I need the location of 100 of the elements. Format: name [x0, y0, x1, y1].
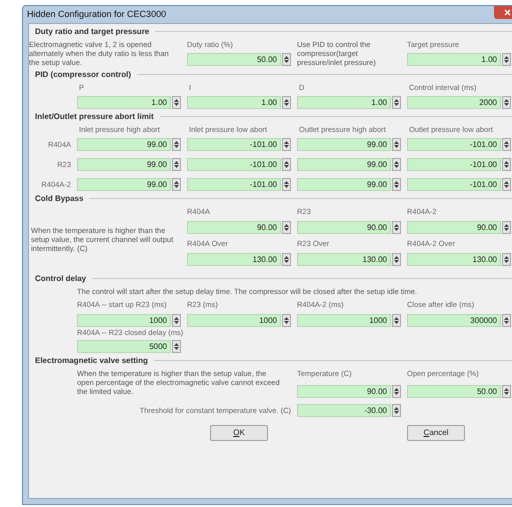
number-field[interactable]: 300000 [407, 314, 501, 327]
down-arrow-icon [394, 392, 399, 395]
up-arrow-icon [504, 317, 509, 320]
spin-button[interactable] [502, 385, 511, 398]
spin-button[interactable] [282, 253, 291, 266]
spin-button[interactable] [392, 404, 401, 417]
number-field[interactable]: 50.00 [407, 385, 501, 398]
spin-button[interactable] [502, 138, 511, 151]
down-arrow-icon [504, 60, 509, 63]
down-arrow-icon [504, 260, 509, 263]
spin-button[interactable] [392, 178, 401, 191]
spin-button[interactable] [172, 138, 181, 151]
up-arrow-icon [394, 224, 399, 227]
up-arrow-icon [394, 181, 399, 184]
number-field[interactable]: 2000 [407, 96, 501, 109]
section-title: PID (compressor control) [35, 69, 132, 80]
spin-button[interactable] [502, 253, 511, 266]
up-arrow-icon [284, 224, 289, 227]
section-title: Cold Bypass [35, 193, 84, 204]
spin-button[interactable] [392, 253, 401, 266]
down-arrow-icon [394, 228, 399, 231]
section-title: Duty ratio and target pressure [35, 26, 150, 37]
number-field[interactable]: 1.00 [407, 53, 501, 66]
spin-button[interactable] [392, 138, 401, 151]
spin-button[interactable] [502, 314, 511, 327]
down-arrow-icon [504, 185, 509, 188]
number-field[interactable]: 1000 [77, 314, 171, 327]
number-field[interactable]: 99.00 [77, 138, 171, 151]
number-field[interactable]: -101.00 [407, 138, 501, 151]
down-arrow-icon [504, 103, 509, 106]
spin-button[interactable] [502, 96, 511, 109]
number-field[interactable]: 130.00 [407, 253, 501, 266]
number-field[interactable]: 1.00 [187, 96, 281, 109]
spin-button[interactable] [392, 385, 401, 398]
up-arrow-icon [284, 141, 289, 144]
up-arrow-icon [394, 141, 399, 144]
number-field[interactable]: 90.00 [187, 221, 281, 234]
down-arrow-icon [394, 185, 399, 188]
number-field[interactable]: 99.00 [77, 158, 171, 171]
spin-button[interactable] [172, 96, 181, 109]
number-field[interactable]: 99.00 [297, 138, 391, 151]
number-field[interactable]: 90.00 [297, 385, 391, 398]
number-field[interactable]: -101.00 [187, 158, 281, 171]
number-field[interactable]: 5000 [77, 340, 171, 353]
spin-button[interactable] [172, 314, 181, 327]
up-arrow-icon [504, 256, 509, 259]
number-field[interactable]: 1.00 [77, 96, 171, 109]
up-arrow-icon [174, 343, 179, 346]
up-arrow-icon [284, 161, 289, 164]
down-arrow-icon [394, 145, 399, 148]
down-arrow-icon [284, 145, 289, 148]
spin-button[interactable] [172, 178, 181, 191]
spin-button[interactable] [172, 340, 181, 353]
spin-button[interactable] [282, 158, 291, 171]
up-arrow-icon [174, 317, 179, 320]
number-field[interactable]: 99.00 [297, 158, 391, 171]
section-title: Electromagnetic valve setting [35, 355, 148, 366]
spin-button[interactable] [282, 314, 291, 327]
number-field[interactable]: 50.00 [187, 53, 281, 66]
spin-button[interactable] [282, 53, 291, 66]
spin-button[interactable] [392, 96, 401, 109]
down-arrow-icon [284, 260, 289, 263]
spin-button[interactable] [502, 178, 511, 191]
down-arrow-icon [394, 411, 399, 414]
number-field[interactable]: 130.00 [187, 253, 281, 266]
number-field[interactable]: 90.00 [297, 221, 391, 234]
spin-button[interactable] [282, 96, 291, 109]
number-field[interactable]: 1000 [187, 314, 281, 327]
spin-button[interactable] [502, 158, 511, 171]
number-field[interactable]: 99.00 [297, 178, 391, 191]
spin-button[interactable] [502, 221, 511, 234]
down-arrow-icon [504, 145, 509, 148]
down-arrow-icon [284, 60, 289, 63]
spin-button[interactable] [392, 314, 401, 327]
spin-button[interactable] [282, 178, 291, 191]
number-field[interactable]: -101.00 [187, 138, 281, 151]
dialog-button[interactable]: Cancel [407, 425, 465, 441]
dialog-button[interactable]: OK [210, 425, 268, 441]
down-arrow-icon [504, 392, 509, 395]
up-arrow-icon [394, 161, 399, 164]
spin-button[interactable] [282, 138, 291, 151]
spin-button[interactable] [392, 158, 401, 171]
number-field[interactable]: 130.00 [297, 253, 391, 266]
spin-button[interactable] [282, 221, 291, 234]
spin-button[interactable] [502, 53, 511, 66]
up-arrow-icon [174, 161, 179, 164]
number-field[interactable]: 1000 [297, 314, 391, 327]
down-arrow-icon [174, 185, 179, 188]
section-title: Inlet/Outlet pressure abort limit [35, 111, 154, 122]
spin-button[interactable] [172, 158, 181, 171]
down-arrow-icon [174, 145, 179, 148]
up-arrow-icon [284, 56, 289, 59]
number-field[interactable]: -101.00 [187, 178, 281, 191]
number-field[interactable]: 1.00 [297, 96, 391, 109]
spin-button[interactable] [392, 221, 401, 234]
number-field[interactable]: 99.00 [77, 178, 171, 191]
number-field[interactable]: -101.00 [407, 178, 501, 191]
number-field[interactable]: 90.00 [407, 221, 501, 234]
number-field[interactable]: -101.00 [407, 158, 501, 171]
number-field[interactable]: -30.00 [297, 404, 391, 417]
